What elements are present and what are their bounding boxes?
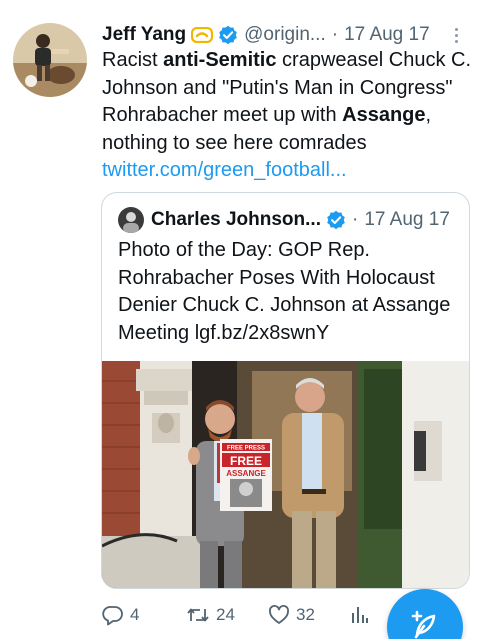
- verified-badge-icon: [218, 25, 238, 45]
- quote-photo[interactable]: FREE PRESS FREE ASSANGE: [102, 361, 469, 588]
- poster-line1: FREE PRESS: [227, 446, 265, 452]
- quote-author-name[interactable]: Charles Johnson...: [151, 209, 321, 231]
- quote-text: Photo of the Day: GOP Rep. Rohrabacher P…: [118, 239, 451, 344]
- author-name[interactable]: Jeff Yang: [102, 24, 186, 46]
- separator-dot: ·: [331, 24, 339, 45]
- tweet-link[interactable]: twitter.com/green_football...: [102, 159, 347, 181]
- retweet-button[interactable]: 24: [186, 604, 235, 626]
- author-handle[interactable]: @origin...: [244, 24, 326, 46]
- retweet-count: 24: [216, 605, 235, 624]
- poster-line2: FREE: [230, 454, 262, 468]
- retweet-icon: [186, 604, 210, 626]
- avatar[interactable]: [13, 23, 87, 97]
- tweet-date[interactable]: 17 Aug 17: [344, 24, 430, 46]
- quote-tweet-card[interactable]: Charles Johnson... · 17 Aug 17 Photo of …: [101, 192, 470, 589]
- poster-line3: ASSANGE: [226, 469, 266, 478]
- tweet[interactable]: Jeff Yang @origin... · 17 Aug 17 Racist …: [0, 0, 486, 639]
- views-button[interactable]: [350, 604, 370, 626]
- quote-date[interactable]: 17 Aug 17: [364, 209, 450, 231]
- more-options-icon[interactable]: [446, 22, 466, 48]
- reply-button[interactable]: 4: [102, 604, 139, 626]
- quote-avatar[interactable]: [118, 207, 144, 233]
- gold-badge-icon: [191, 27, 214, 43]
- tweet-text-bold: anti-Semitic: [163, 49, 277, 71]
- compose-button[interactable]: [387, 589, 463, 639]
- tweet-text: Racist anti-Semitic crapweasel Chuck C. …: [102, 47, 474, 185]
- compose-feather-icon: [408, 608, 442, 639]
- tweet-text-bold: Assange: [342, 104, 426, 126]
- quote-header: Charles Johnson... · 17 Aug 17: [118, 207, 455, 233]
- reply-count: 4: [130, 605, 140, 624]
- separator-dot: ·: [351, 209, 359, 230]
- tweet-text-part: Racist: [102, 49, 164, 71]
- verified-badge-icon: [326, 210, 346, 230]
- reply-icon: [102, 604, 124, 626]
- like-count: 32: [296, 605, 315, 624]
- views-chart-icon: [350, 604, 370, 626]
- tweet-header: Jeff Yang @origin... · 17 Aug 17: [102, 22, 466, 48]
- heart-icon: [268, 604, 290, 626]
- like-button[interactable]: 32: [268, 604, 315, 626]
